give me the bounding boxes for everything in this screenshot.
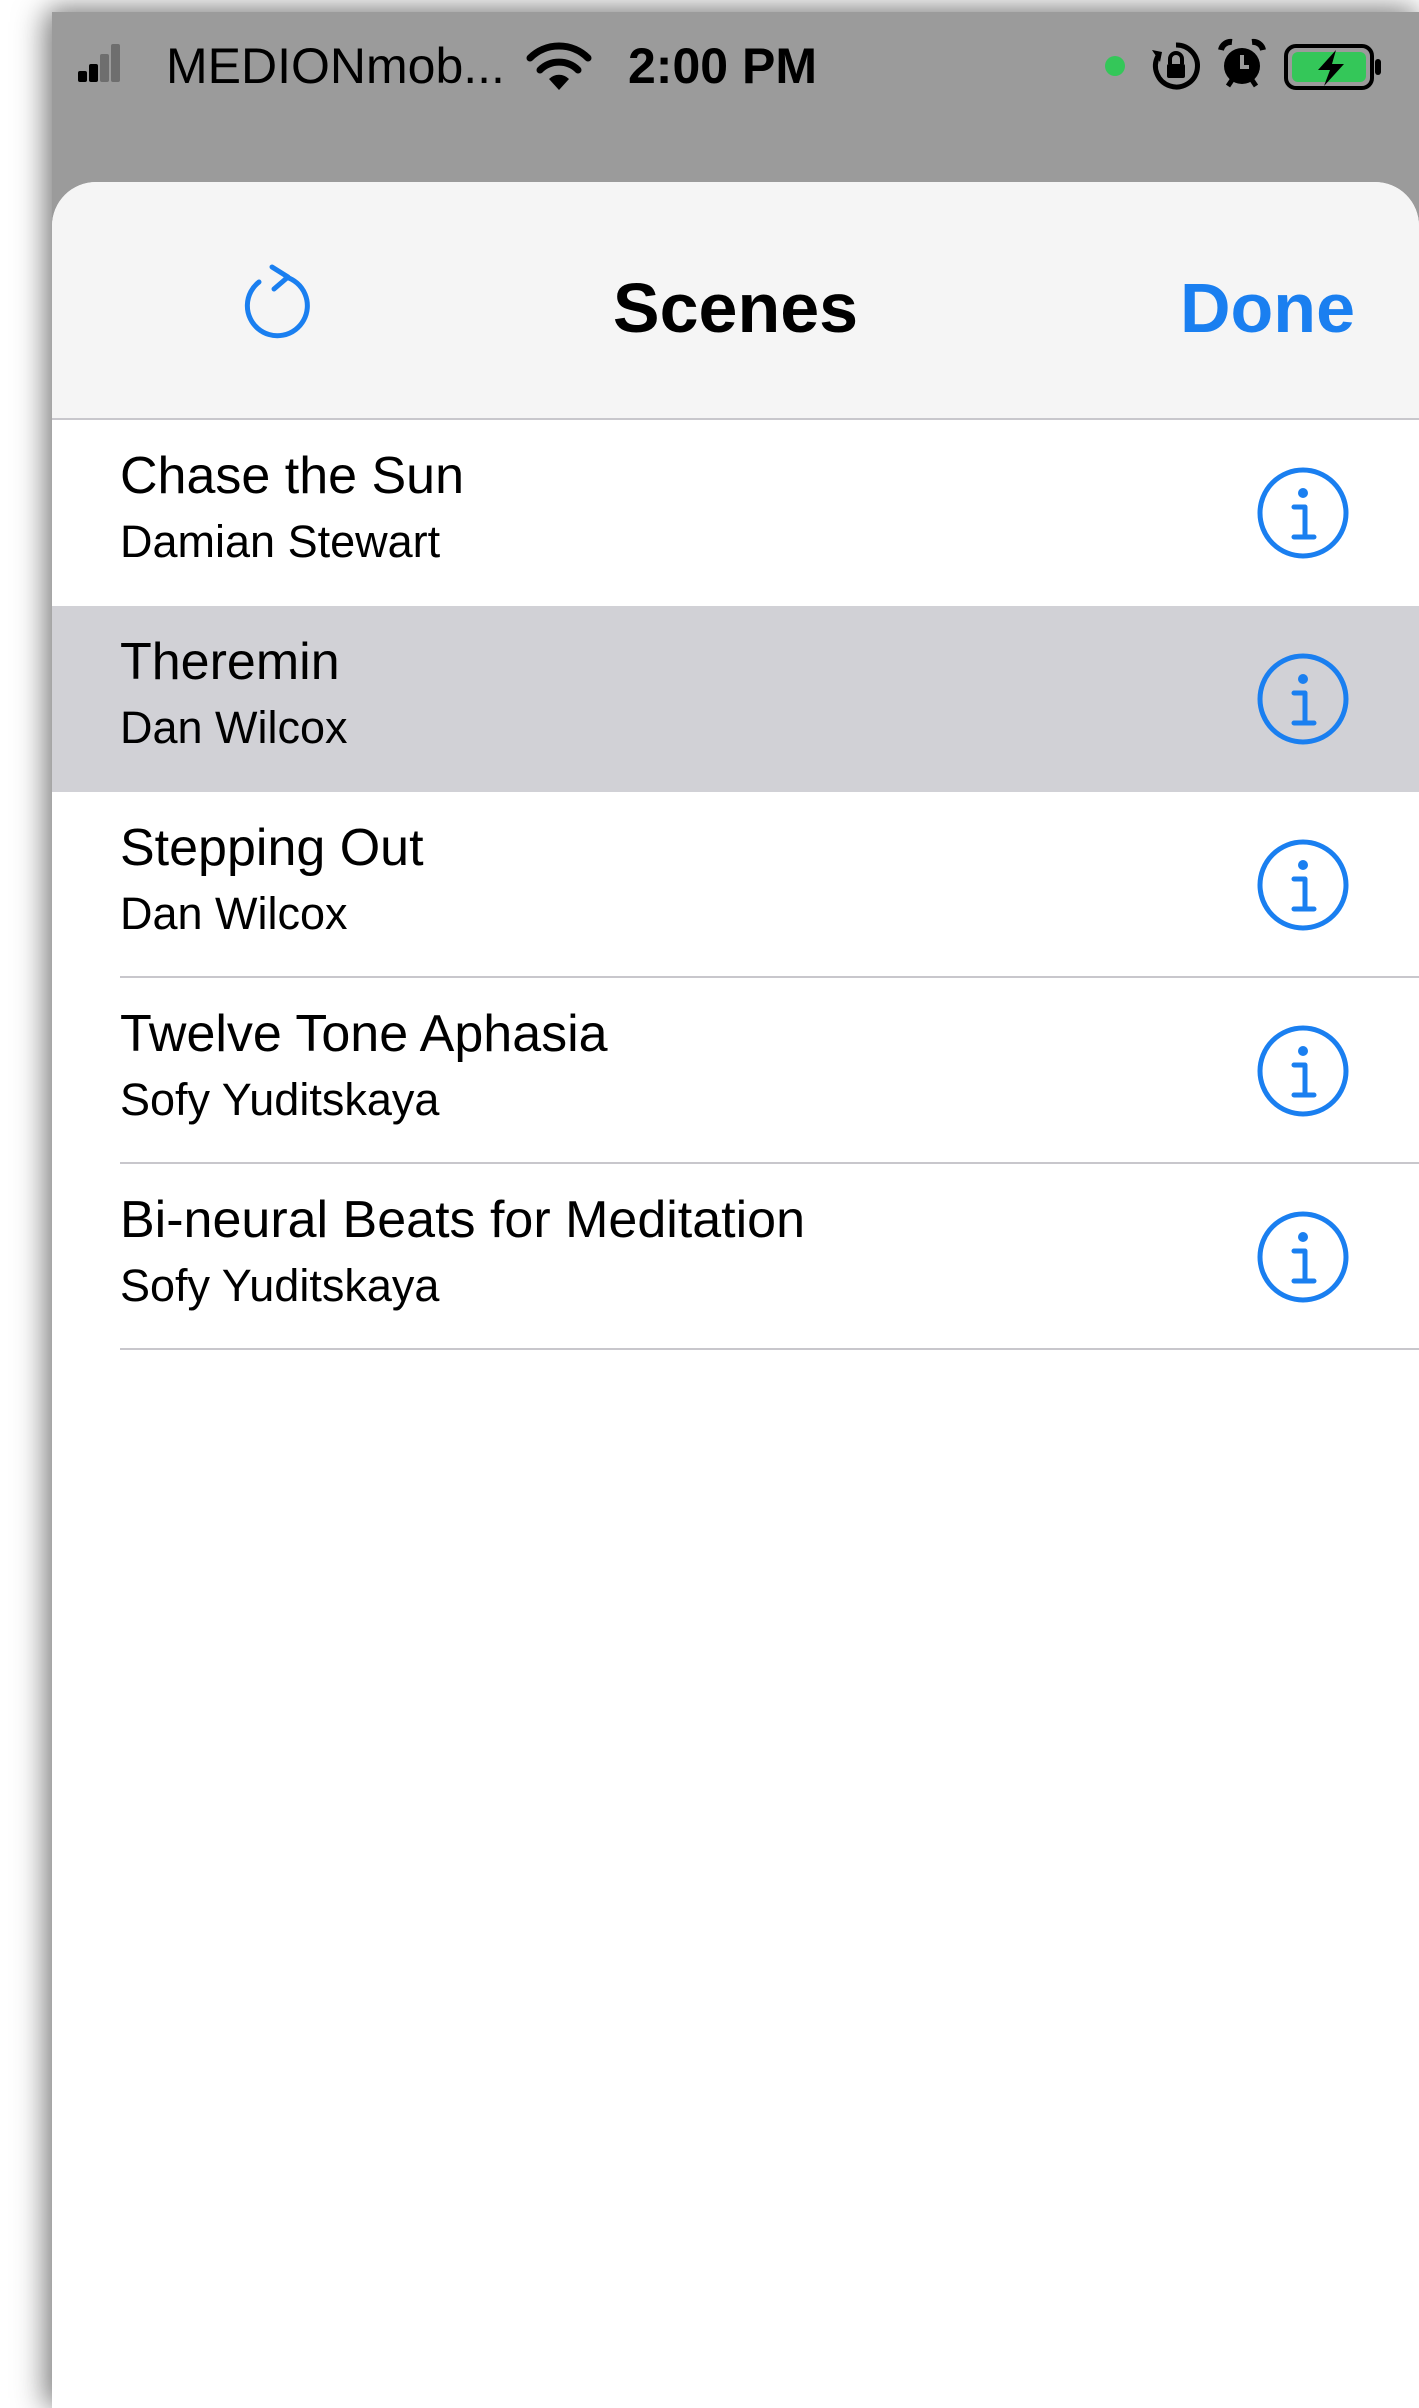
wifi-icon <box>526 42 592 90</box>
scene-author: Sofy Yuditskaya <box>120 1260 440 1311</box>
status-bar: MEDIONmob... 2:00 PM <box>52 12 1419 108</box>
info-icon[interactable] <box>1255 1209 1351 1305</box>
orientation-lock-icon <box>1152 42 1200 90</box>
scenes-sheet: Scenes Done Chase the Sun Damian Stewart T… <box>52 182 1419 2408</box>
list-item[interactable]: Bi-neural Beats for Meditation Sofy Yudit… <box>52 1164 1419 1350</box>
battery-charging-icon <box>1284 44 1381 90</box>
carrier-name: MEDIONmob... <box>166 38 505 94</box>
scene-title: Twelve Tone Aphasia <box>120 1005 608 1063</box>
phone-screen: MEDIONmob... 2:00 PM Scenes Done Chase t… <box>52 12 1419 2408</box>
refresh-icon <box>244 264 310 339</box>
signal-icon <box>78 42 122 82</box>
scene-title: Stepping Out <box>120 819 424 877</box>
done-button[interactable]: Done <box>1180 266 1355 350</box>
list-item[interactable]: Twelve Tone Aphasia Sofy Yuditskaya <box>52 978 1419 1164</box>
alarm-icon <box>1218 38 1266 88</box>
scene-author: Damian Stewart <box>120 516 441 567</box>
scene-author: Dan Wilcox <box>120 888 348 939</box>
clock: 2:00 PM <box>628 38 817 94</box>
scene-list: Chase the Sun Damian Stewart Theremin Dan W… <box>52 420 1419 1350</box>
screenshot: MEDIONmob... 2:00 PM Scenes Done Chase t… <box>0 0 1419 2408</box>
info-icon[interactable] <box>1255 837 1351 933</box>
list-item[interactable]: Stepping Out Dan Wilcox <box>52 792 1419 978</box>
row-separator <box>120 1348 1419 1350</box>
scene-title: Bi-neural Beats for Meditation <box>120 1191 806 1249</box>
refresh-button[interactable] <box>232 258 322 348</box>
info-icon[interactable] <box>1255 1023 1351 1119</box>
camera-in-use-dot <box>1105 56 1125 76</box>
scene-author: Dan Wilcox <box>120 702 348 753</box>
scene-title: Theremin <box>120 633 340 691</box>
info-icon[interactable] <box>1255 651 1351 747</box>
info-icon[interactable] <box>1255 465 1351 561</box>
scene-title: Chase the Sun <box>120 447 465 505</box>
navigation-bar: Scenes Done <box>52 182 1419 420</box>
list-item[interactable]: Chase the Sun Damian Stewart <box>52 420 1419 606</box>
scene-author: Sofy Yuditskaya <box>120 1074 440 1125</box>
list-item[interactable]: Theremin Dan Wilcox <box>52 606 1419 792</box>
